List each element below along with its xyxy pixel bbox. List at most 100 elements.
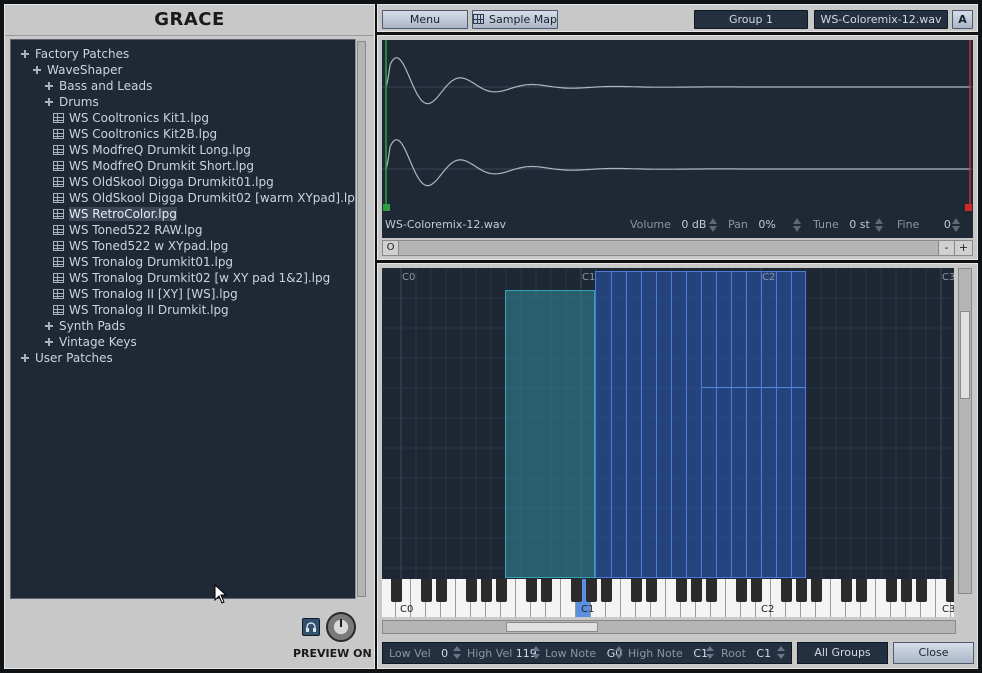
- tree-folder[interactable]: User Patches: [21, 350, 113, 366]
- black-key[interactable]: [781, 579, 792, 602]
- scrollbar-thumb[interactable]: [960, 311, 970, 399]
- high-note-spinner[interactable]: [706, 646, 714, 661]
- preview-headphones-button[interactable]: [302, 618, 320, 636]
- sample-file-selector[interactable]: WS-Coloremix-12.wav: [814, 10, 948, 29]
- zone-blue[interactable]: [595, 271, 806, 578]
- tree-patch-item[interactable]: WS RetroColor.lpg: [53, 206, 177, 222]
- tune-spinner[interactable]: [875, 217, 883, 233]
- high-vel-spinner[interactable]: [532, 646, 540, 661]
- black-key[interactable]: [946, 579, 954, 602]
- menu-button[interactable]: Menu: [382, 10, 468, 29]
- black-key[interactable]: [496, 579, 507, 602]
- tree-patch-item[interactable]: WS Toned522 RAW.lpg: [53, 222, 203, 238]
- tree-folder[interactable]: Vintage Keys: [45, 334, 137, 350]
- black-key[interactable]: [856, 579, 867, 602]
- tree-item-label: WS RetroColor.lpg: [69, 207, 177, 221]
- tree-patch-item[interactable]: WS ModfreQ Drumkit Short.lpg: [53, 158, 254, 174]
- black-key[interactable]: [796, 579, 807, 602]
- pan-spinner[interactable]: [793, 217, 801, 233]
- low-note-control[interactable]: Low Note G0: [545, 647, 622, 660]
- preview-volume-knob[interactable]: [326, 612, 356, 642]
- zone-teal[interactable]: [505, 290, 595, 578]
- all-groups-button[interactable]: All Groups: [797, 642, 888, 664]
- expand-icon[interactable]: [45, 98, 53, 106]
- black-key[interactable]: [676, 579, 687, 602]
- scrollbar-thumb[interactable]: [357, 41, 366, 597]
- tree-patch-item[interactable]: WS Toned522 w XYpad.lpg: [53, 238, 228, 254]
- black-key[interactable]: [646, 579, 657, 602]
- tree-patch-item[interactable]: WS Tronalog Drumkit02 [w XY pad 1&2].lpg: [53, 270, 330, 286]
- zoom-out-button[interactable]: -: [938, 241, 954, 255]
- black-key[interactable]: [706, 579, 717, 602]
- waveform-display[interactable]: WS-Coloremix-12.wav Volume 0 dB Pan 0% T…: [382, 40, 973, 238]
- expand-icon[interactable]: [45, 338, 53, 346]
- root-control[interactable]: Root C1: [721, 647, 771, 660]
- expand-icon[interactable]: [45, 82, 53, 90]
- tree-patch-item[interactable]: WS Tronalog II [XY] [WS].lpg: [53, 286, 238, 302]
- expand-icon[interactable]: [45, 322, 53, 330]
- tree-patch-item[interactable]: WS OldSkool Digga Drumkit02 [warm XYpad]…: [53, 190, 362, 206]
- fine-spinner[interactable]: [952, 217, 960, 233]
- sample-map-button[interactable]: Sample Map: [472, 10, 558, 29]
- black-key[interactable]: [436, 579, 447, 602]
- black-key[interactable]: [901, 579, 912, 602]
- black-key[interactable]: [421, 579, 432, 602]
- low-note-spinner[interactable]: [615, 646, 623, 661]
- black-key[interactable]: [526, 579, 537, 602]
- tree-folder[interactable]: Synth Pads: [45, 318, 125, 334]
- tree-folder[interactable]: Bass and Leads: [45, 78, 152, 94]
- tree-folder[interactable]: Drums: [45, 94, 99, 110]
- low-vel-value[interactable]: 0: [441, 647, 448, 660]
- black-key[interactable]: [631, 579, 642, 602]
- black-key[interactable]: [841, 579, 852, 602]
- volume-spinner[interactable]: [709, 217, 717, 233]
- tree-patch-item[interactable]: WS ModfreQ Drumkit Long.lpg: [53, 142, 251, 158]
- tree-patch-item[interactable]: WS OldSkool Digga Drumkit01.lpg: [53, 174, 274, 190]
- fine-value[interactable]: 0: [944, 218, 951, 231]
- patch-tree-scrollbar[interactable]: [355, 39, 367, 599]
- expand-icon[interactable]: [21, 50, 29, 58]
- tune-value[interactable]: 0 st: [849, 218, 870, 231]
- loop-toggle-button[interactable]: O: [383, 241, 399, 255]
- tree-patch-item[interactable]: WS Cooltronics Kit1.lpg: [53, 110, 209, 126]
- low-vel-spinner[interactable]: [453, 646, 461, 661]
- black-key[interactable]: [751, 579, 762, 602]
- key-map-grid[interactable]: C0 C1 C2 C3: [382, 268, 954, 579]
- group-selector[interactable]: Group 1: [694, 10, 808, 29]
- black-key[interactable]: [466, 579, 477, 602]
- black-key[interactable]: [571, 579, 582, 602]
- high-note-control[interactable]: High Note C1: [628, 647, 708, 660]
- pan-value[interactable]: 0%: [758, 218, 775, 231]
- expand-icon[interactable]: [33, 66, 41, 74]
- zoom-in-button[interactable]: +: [954, 241, 972, 255]
- black-key[interactable]: [586, 579, 597, 602]
- close-button[interactable]: Close: [893, 642, 974, 664]
- black-key[interactable]: [541, 579, 552, 602]
- low-vel-control[interactable]: Low Vel 0: [389, 647, 448, 660]
- volume-value[interactable]: 0 dB: [681, 218, 706, 231]
- black-key[interactable]: [391, 579, 402, 602]
- black-key[interactable]: [916, 579, 927, 602]
- root-spinner[interactable]: [777, 646, 785, 661]
- waveform-scrollbar[interactable]: O - +: [382, 240, 973, 256]
- key-map-vertical-scrollbar[interactable]: [958, 268, 972, 594]
- black-key[interactable]: [736, 579, 747, 602]
- black-key[interactable]: [811, 579, 822, 602]
- scrollbar-thumb[interactable]: [506, 622, 598, 632]
- high-vel-control[interactable]: High Vel 119: [467, 647, 537, 660]
- black-key[interactable]: [691, 579, 702, 602]
- tree-patch-item[interactable]: WS Cooltronics Kit2B.lpg: [53, 126, 217, 142]
- black-key[interactable]: [886, 579, 897, 602]
- tree-item-label: WS Cooltronics Kit1.lpg: [69, 111, 209, 125]
- tree-folder[interactable]: WaveShaper: [33, 62, 122, 78]
- key-map-horizontal-scrollbar[interactable]: [382, 620, 956, 634]
- tree-patch-item[interactable]: WS Tronalog II Drumkit.lpg: [53, 302, 229, 318]
- black-key[interactable]: [601, 579, 612, 602]
- root-value[interactable]: C1: [756, 647, 771, 660]
- black-key[interactable]: [481, 579, 492, 602]
- tree-folder[interactable]: Factory Patches: [21, 46, 129, 62]
- expand-icon[interactable]: [21, 354, 29, 362]
- a-button[interactable]: A: [952, 10, 973, 29]
- piano-keyboard[interactable]: C0 C1 C2 C3: [382, 579, 954, 617]
- tree-patch-item[interactable]: WS Tronalog Drumkit01.lpg: [53, 254, 233, 270]
